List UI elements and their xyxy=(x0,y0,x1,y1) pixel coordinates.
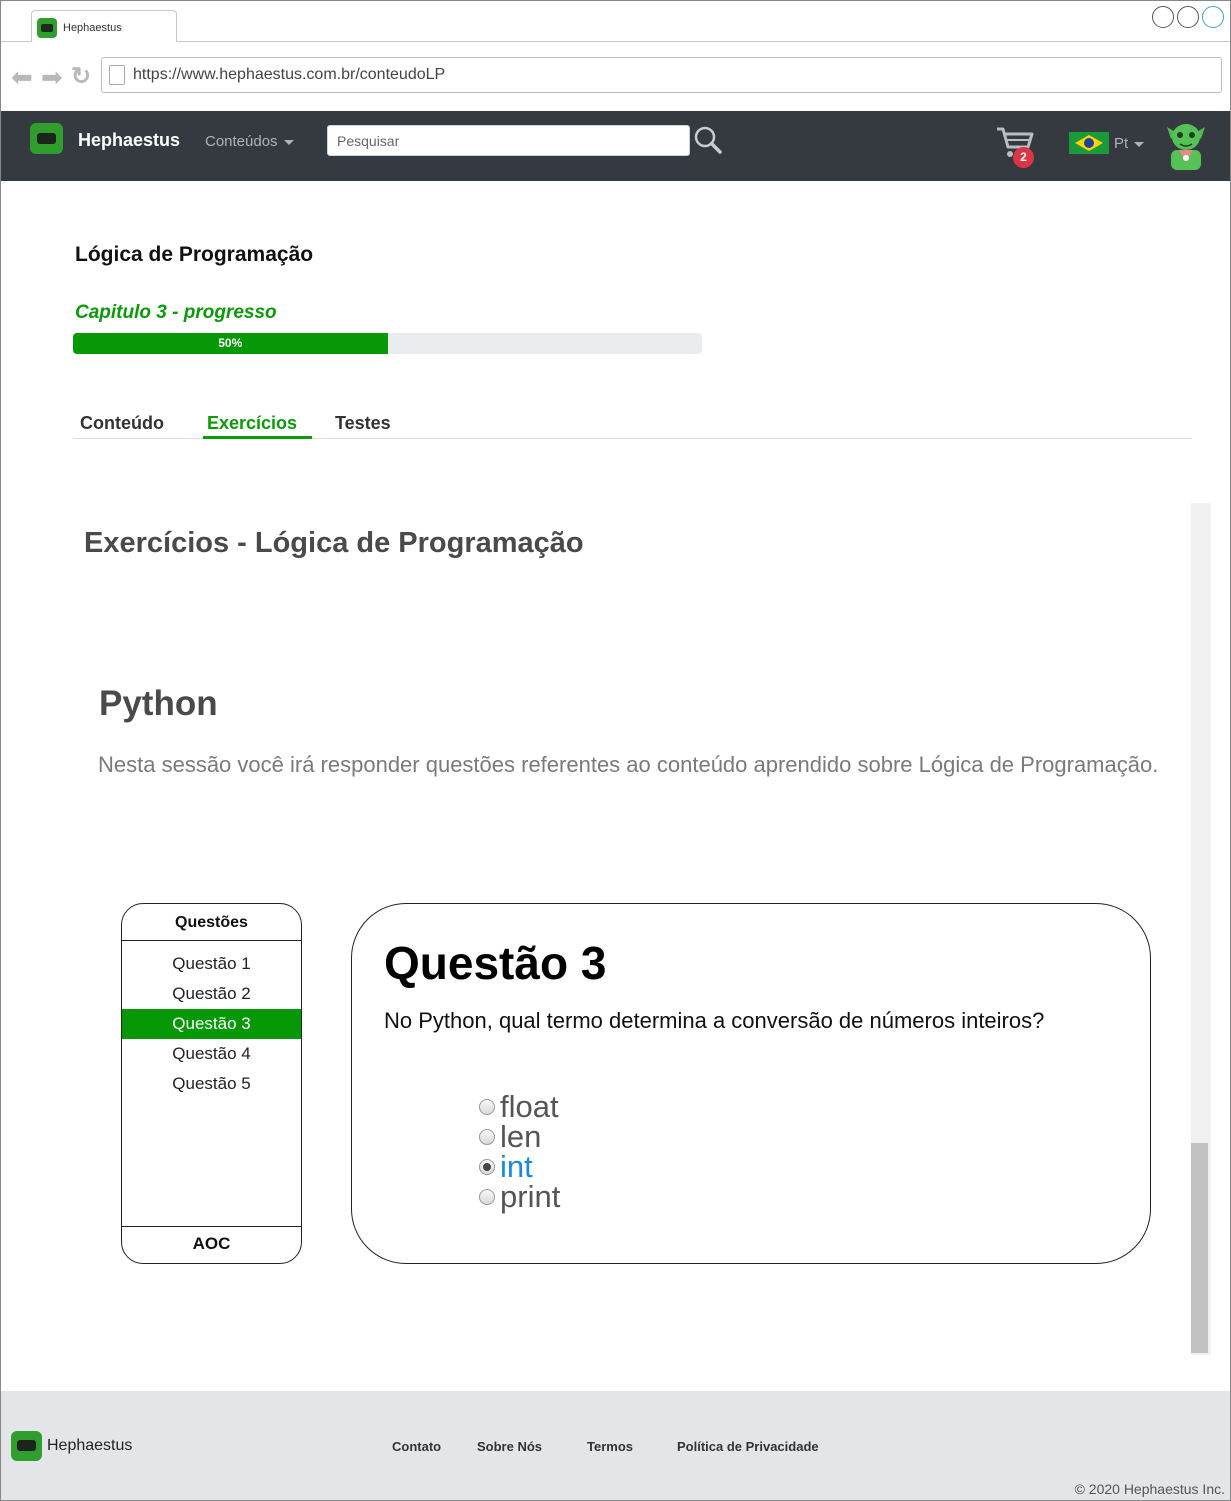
scrollbar-thumb[interactable] xyxy=(1191,1143,1208,1353)
active-tab-indicator xyxy=(203,436,312,439)
favicon-icon xyxy=(37,18,57,38)
search-icon[interactable] xyxy=(693,125,723,155)
tab-testes[interactable]: Testes xyxy=(335,413,391,434)
answer-options: float len int print xyxy=(479,1089,560,1215)
page-footer: Hephaestus Contato Sobre Nós Termos Polí… xyxy=(1,1391,1230,1500)
cart-count-badge: 2 xyxy=(1013,147,1034,168)
tab-exercicios[interactable]: Exercícios xyxy=(207,413,297,434)
question-list-item-active[interactable]: Questão 3 xyxy=(122,1009,301,1039)
radio-button-checked[interactable] xyxy=(479,1159,495,1175)
logo-icon[interactable] xyxy=(30,123,63,154)
conteudos-label: Conteúdos xyxy=(205,133,278,150)
browser-window: Hephaestus ⬅ ➡ ↻ https://www.hephaestus.… xyxy=(0,0,1231,1501)
conteudos-dropdown[interactable]: Conteúdos xyxy=(205,133,294,150)
exercises-heading: Exercícios - Lógica de Programação xyxy=(84,527,584,559)
forward-arrow-icon[interactable]: ➡ xyxy=(41,64,63,90)
answer-option[interactable]: print xyxy=(479,1179,560,1215)
page-document-icon xyxy=(109,65,125,85)
reload-icon[interactable]: ↻ xyxy=(71,64,91,90)
chapter-progress-label: Capitulo 3 - progresso xyxy=(75,302,277,323)
question-list-panel: Questões Questão 1 Questão 2 Questão 3 Q… xyxy=(121,903,302,1264)
question-list-header: Questões xyxy=(122,904,301,941)
brazil-flag-icon[interactable] xyxy=(1069,132,1109,154)
section-title: Python xyxy=(99,684,218,723)
radio-button[interactable] xyxy=(479,1189,495,1205)
progress-fill: 50% xyxy=(73,333,388,354)
language-dropdown[interactable]: Pt xyxy=(1114,135,1145,152)
question-list-item[interactable]: Questão 1 xyxy=(122,949,301,979)
answer-option-label[interactable]: print xyxy=(500,1179,560,1215)
question-title: Questão 3 xyxy=(384,937,607,989)
user-avatar-icon[interactable] xyxy=(1163,117,1209,173)
copyright: © 2020 Hephaestus Inc. xyxy=(1074,1481,1225,1497)
maximize-button[interactable] xyxy=(1177,6,1199,28)
browser-tab[interactable]: Hephaestus xyxy=(31,10,177,43)
window-controls xyxy=(1152,6,1224,28)
browser-tab-title: Hephaestus xyxy=(63,22,122,34)
footer-link-termos[interactable]: Termos xyxy=(587,1439,633,1454)
aoc-button[interactable]: AOC xyxy=(122,1226,301,1263)
chevron-down-icon xyxy=(1134,141,1145,147)
answer-option[interactable]: len xyxy=(479,1119,560,1154)
tab-conteudo[interactable]: Conteúdo xyxy=(80,413,164,434)
language-label: Pt xyxy=(1114,135,1129,152)
radio-button[interactable] xyxy=(479,1099,495,1115)
back-arrow-icon[interactable]: ⬅ xyxy=(11,64,33,90)
answer-option-selected[interactable]: int xyxy=(479,1149,560,1184)
answer-option[interactable]: float xyxy=(479,1089,560,1124)
navbar-brand[interactable]: Hephaestus xyxy=(78,130,180,151)
content-tabs: Conteúdo Exercícios Testes xyxy=(73,407,1192,439)
search-input[interactable] xyxy=(327,125,690,156)
address-bar-area: ⬅ ➡ ↻ https://www.hephaestus.com.br/cont… xyxy=(1,42,1230,111)
question-list-item[interactable]: Questão 2 xyxy=(122,979,301,1009)
close-window-button[interactable] xyxy=(1202,6,1224,28)
minimize-button[interactable] xyxy=(1152,6,1174,28)
footer-brand[interactable]: Hephaestus xyxy=(47,1437,132,1455)
browser-tab-bar: Hephaestus xyxy=(1,1,1230,43)
url-text: https://www.hephaestus.com.br/conteudoLP xyxy=(133,66,446,83)
app-navbar: Hephaestus Conteúdos 2 Pt xyxy=(1,111,1230,181)
chapter-progress-bar: 50% xyxy=(73,333,702,354)
question-card: Questão 3 No Python, qual termo determin… xyxy=(351,903,1151,1264)
question-text: No Python, qual termo determina a conver… xyxy=(384,1008,1045,1033)
chevron-down-icon xyxy=(283,139,294,145)
question-list-item[interactable]: Questão 5 xyxy=(122,1069,301,1099)
footer-logo-icon[interactable] xyxy=(11,1431,42,1461)
radio-button[interactable] xyxy=(479,1129,495,1145)
url-field[interactable]: https://www.hephaestus.com.br/conteudoLP xyxy=(101,57,1222,93)
footer-link-contato[interactable]: Contato xyxy=(392,1439,441,1454)
section-intro: Nesta sessão você irá responder questões… xyxy=(98,752,1159,777)
question-list-item[interactable]: Questão 4 xyxy=(122,1039,301,1069)
footer-link-privacidade[interactable]: Política de Privacidade xyxy=(677,1439,819,1454)
course-title: Lógica de Programação xyxy=(75,243,314,266)
footer-link-sobre-nos[interactable]: Sobre Nós xyxy=(477,1439,542,1454)
